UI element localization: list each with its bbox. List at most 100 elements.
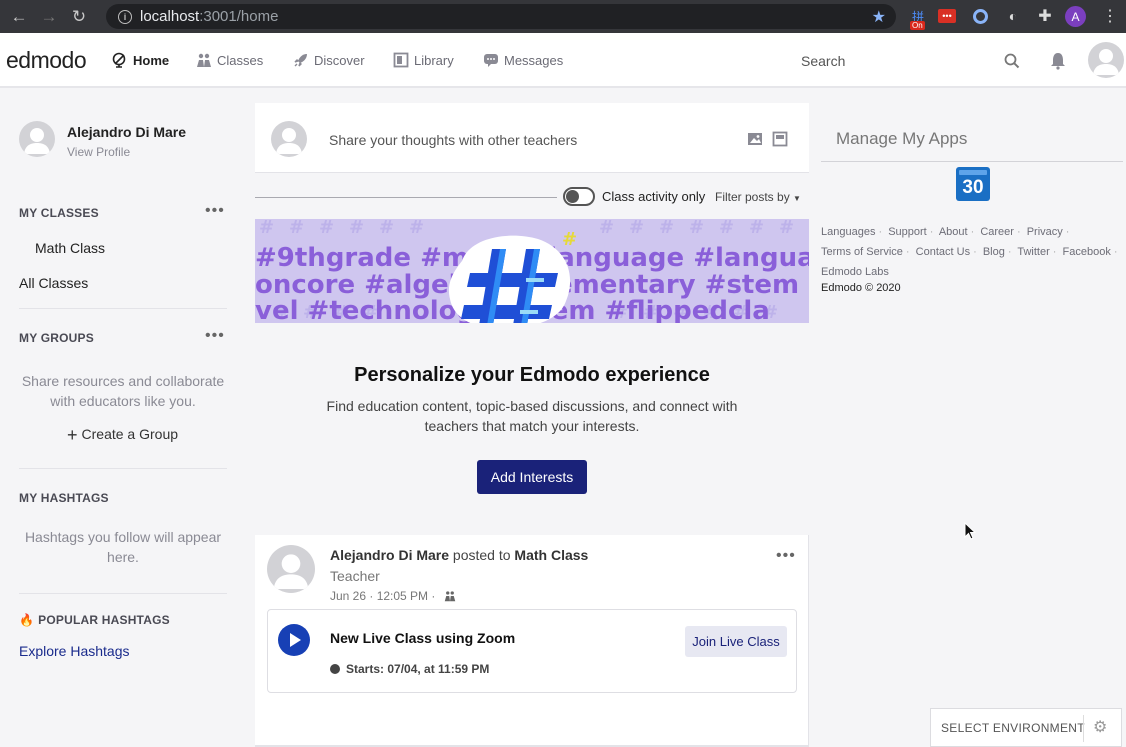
clock-icon	[330, 664, 340, 674]
footer-link-twitter[interactable]: Twitter	[1017, 246, 1049, 258]
back-arrow-icon[interactable]: ←	[8, 6, 30, 28]
footer-link-facebook[interactable]: Facebook	[1063, 246, 1111, 258]
caret-down-icon: ▼	[793, 194, 801, 203]
add-interests-button[interactable]: Add Interests	[477, 460, 587, 494]
svg-text:#: #	[629, 219, 644, 238]
user-avatar[interactable]	[1088, 42, 1124, 78]
nav-home[interactable]: Home	[112, 52, 169, 68]
search-icon[interactable]	[1004, 53, 1020, 69]
footer-link-contact[interactable]: Contact Us	[916, 246, 970, 258]
copyright: Edmodo © 2020	[821, 282, 901, 294]
post-timestamp: Jun 26 · 12:05 PM ·	[330, 589, 436, 603]
my-classes-more-icon[interactable]: •••	[205, 202, 225, 220]
footer-link-privacy[interactable]: Privacy	[1027, 226, 1063, 238]
calendar-app-icon[interactable]: 30	[956, 167, 990, 201]
edmodo-logo[interactable]: edmodo	[6, 47, 87, 74]
join-live-class-button[interactable]: Join Live Class	[685, 626, 787, 657]
profile-avatar[interactable]	[19, 121, 55, 157]
address-bar[interactable]: i localhost:3001/home ★	[106, 4, 896, 29]
extensions-puzzle-icon[interactable]: ✚	[1035, 6, 1055, 26]
post-composer[interactable]: Share your thoughts with other teachers	[255, 103, 809, 173]
search-input[interactable]: Search	[801, 53, 845, 69]
footer-link-edmodo-labs[interactable]: Edmodo Labs	[821, 266, 889, 278]
reload-icon[interactable]: ↻	[68, 6, 90, 28]
shield-extension-icon[interactable]: ◐	[1003, 6, 1023, 26]
browser-profile-avatar[interactable]: A	[1065, 6, 1086, 27]
composer-placeholder[interactable]: Share your thoughts with other teachers	[329, 132, 577, 148]
my-hashtags-title: MY HASHTAGS	[19, 491, 109, 505]
browser-menu-icon[interactable]: ⋮	[1102, 6, 1118, 26]
footer-links: Languages · Support · About · Career · Priva…	[821, 226, 1118, 278]
post-author-avatar[interactable]	[267, 545, 315, 593]
url-path: :3001/home	[199, 8, 279, 25]
footer-link-terms[interactable]: Terms of Service	[821, 246, 903, 258]
profile-name[interactable]: Alejandro Di Mare	[67, 124, 186, 140]
post-more-icon[interactable]: •••	[776, 547, 796, 565]
sidebar-divider	[19, 308, 227, 309]
svg-text:#: #	[719, 219, 734, 238]
live-class-card: New Live Class using Zoom Starts: 07/04,…	[267, 609, 797, 693]
view-profile-link[interactable]: View Profile	[67, 145, 130, 159]
post-target-link[interactable]: Math Class	[514, 547, 588, 563]
library-icon	[393, 52, 409, 68]
class-activity-toggle[interactable]	[563, 187, 595, 206]
sidebar-divider	[19, 468, 227, 469]
footer-link-blog[interactable]: Blog	[983, 246, 1005, 258]
post-meta: Jun 26 · 12:05 PM ·	[330, 589, 457, 603]
create-group-button[interactable]: + Create a Group	[67, 425, 178, 446]
sidebar-divider	[19, 593, 227, 594]
nav-classes[interactable]: Classes	[196, 52, 263, 68]
library-attach-icon[interactable]	[772, 131, 788, 147]
svg-text:#: #	[319, 219, 334, 238]
filter-posts-label: Filter posts by	[715, 190, 790, 204]
footer-link-support[interactable]: Support	[888, 226, 927, 238]
translate-extension-icon[interactable]: 拼 On	[908, 6, 928, 30]
popular-hashtags-label: POPULAR HASHTAGS	[38, 613, 170, 627]
url-host: localhost	[140, 8, 200, 25]
sidebar-item-math-class[interactable]: Math Class	[35, 240, 105, 256]
live-class-title: New Live Class using Zoom	[330, 630, 516, 646]
footer-link-languages[interactable]: Languages	[821, 226, 875, 238]
gear-icon[interactable]: ⚙	[1093, 720, 1109, 736]
svg-text:#: #	[599, 219, 614, 238]
filter-posts-dropdown[interactable]: Filter posts by ▼	[715, 190, 801, 204]
app-header: edmodo Home Classes Discover Library Mes…	[0, 33, 1126, 88]
my-groups-more-icon[interactable]: •••	[205, 327, 225, 345]
footer-link-about[interactable]: About	[939, 226, 968, 238]
toggle-knob	[566, 190, 579, 203]
footer-link-career[interactable]: Career	[980, 226, 1014, 238]
hashtag-illustration-icon: #	[449, 229, 577, 323]
nav-messages-label: Messages	[504, 52, 564, 68]
forward-arrow-icon[interactable]: →	[38, 6, 60, 28]
site-info-icon[interactable]: i	[118, 9, 132, 24]
nav-messages[interactable]: Messages	[483, 52, 563, 68]
posted-to-text: posted to	[452, 547, 511, 563]
svg-text:#: #	[659, 219, 674, 238]
class-audience-icon	[444, 591, 455, 602]
bookmark-star-icon[interactable]: ★	[872, 7, 886, 27]
filter-divider	[255, 197, 557, 198]
nav-library-label: Library	[414, 52, 454, 68]
nav-discover[interactable]: Discover	[293, 52, 365, 68]
image-upload-icon[interactable]	[747, 131, 763, 147]
post-author-role: Teacher	[330, 568, 380, 584]
explore-hashtags-link[interactable]: Explore Hashtags	[19, 643, 130, 659]
notification-bell-icon[interactable]	[1050, 52, 1066, 70]
manage-apps-title[interactable]: Manage My Apps	[836, 129, 967, 149]
svg-text:#: #	[749, 219, 764, 238]
circle-extension-icon[interactable]	[970, 6, 990, 26]
mouse-cursor-icon	[964, 522, 976, 540]
flame-icon: 🔥	[19, 613, 35, 627]
hashtags-hint: Hashtags you follow will appear here.	[24, 529, 222, 565]
nav-classes-label: Classes	[217, 52, 264, 68]
manage-apps-header: Manage My Apps	[821, 128, 1123, 162]
select-environment-widget[interactable]: SELECT ENVIRONMENT ⚙	[930, 708, 1122, 747]
nav-library[interactable]: Library	[393, 52, 454, 68]
live-class-start: Starts: 07/04, at 11:59 PM	[330, 662, 489, 676]
password-extension-icon[interactable]: •••	[938, 9, 956, 23]
play-icon[interactable]	[278, 624, 310, 656]
my-classes-title: MY CLASSES	[19, 206, 99, 220]
post-author-link[interactable]: Alejandro Di Mare	[330, 547, 449, 563]
env-divider	[1083, 715, 1084, 742]
all-classes-link[interactable]: All Classes	[19, 275, 88, 291]
